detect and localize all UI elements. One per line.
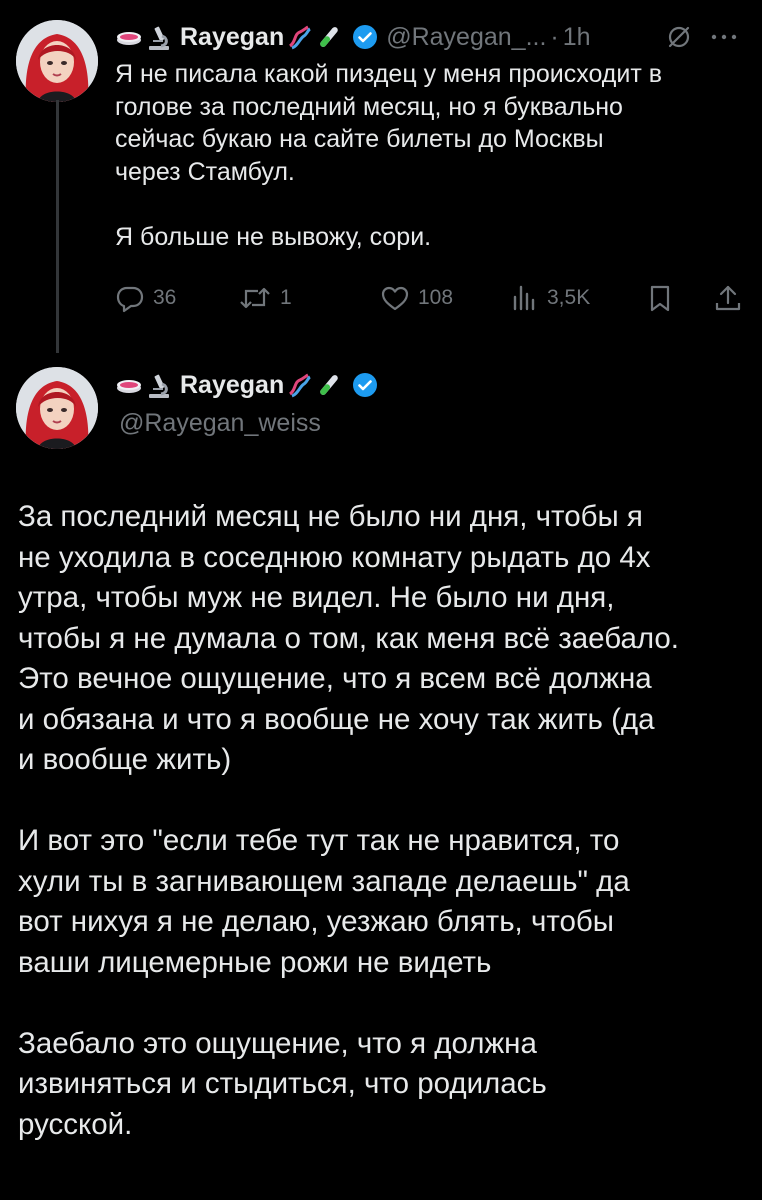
share-button[interactable] — [713, 283, 751, 313]
share-icon — [715, 285, 741, 311]
author-name[interactable]: Rayegan — [180, 23, 284, 52]
grok-icon[interactable] — [664, 22, 694, 52]
microscope-icon — [146, 371, 172, 399]
avatar[interactable] — [16, 20, 98, 102]
test-tube-icon — [316, 23, 342, 51]
avatar[interactable] — [16, 367, 98, 449]
views-button[interactable]: 3,5K — [511, 283, 590, 313]
tweet-header: Rayegan @Rayegan_... · 1h — [116, 20, 591, 54]
tweet-actions: 36 1 108 3,5K — [115, 283, 745, 319]
author-handle[interactable]: @Rayegan_weiss — [119, 409, 321, 438]
bookmark-button[interactable] — [647, 283, 681, 313]
timestamp[interactable]: 1h — [563, 23, 591, 52]
verified-badge-icon — [352, 372, 378, 398]
tweet-text: Я не писала какой пиздец у меня происход… — [115, 60, 663, 251]
views-count: 3,5K — [547, 286, 591, 309]
petri-dish-icon — [116, 23, 142, 51]
like-button[interactable]: 108 — [380, 283, 453, 313]
reply-icon — [116, 286, 144, 313]
author-name[interactable]: Rayegan — [180, 371, 284, 400]
views-icon — [513, 285, 535, 311]
thread-line — [56, 100, 59, 353]
repost-icon — [240, 287, 270, 309]
separator-dot: · — [550, 22, 559, 51]
bookmark-icon — [650, 285, 670, 312]
verified-badge-icon — [352, 24, 378, 50]
tweet-header: Rayegan — [116, 368, 378, 402]
tweet-text: За последний месяц не было ни дня, чтобы… — [18, 500, 679, 1141]
like-icon — [381, 286, 409, 311]
petri-dish-icon — [116, 371, 142, 399]
microscope-icon — [146, 23, 172, 51]
repost-count: 1 — [280, 286, 292, 309]
more-options-icon[interactable] — [708, 30, 740, 44]
reply-button[interactable]: 36 — [115, 283, 176, 313]
author-handle[interactable]: @Rayegan_... — [386, 23, 546, 52]
like-count: 108 — [418, 286, 454, 309]
test-tube-icon — [316, 371, 342, 399]
repost-button[interactable]: 1 — [238, 283, 292, 313]
reply-count: 36 — [153, 286, 177, 309]
dna-icon — [286, 23, 312, 51]
dna-icon — [286, 371, 312, 399]
